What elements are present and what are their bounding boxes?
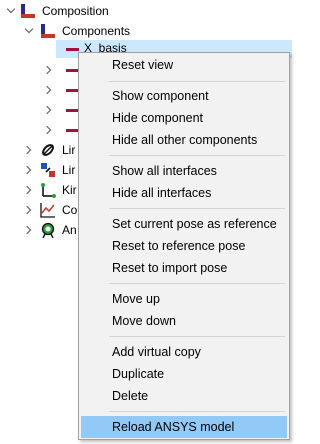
menu-item-reset-to-import-pose[interactable]: Reset to import pose <box>81 257 287 279</box>
kinematics-icon <box>40 182 56 198</box>
menu-item-hide-all-interfaces[interactable]: Hide all interfaces <box>81 182 287 204</box>
tree-item-component[interactable] <box>44 100 79 120</box>
menu-separator <box>109 155 285 156</box>
context-menu: Reset view Show component Hide component… <box>78 52 290 440</box>
tree-item-charts[interactable]: Co <box>24 200 77 220</box>
menu-separator <box>109 283 285 284</box>
menu-item-reload-ansys-model[interactable]: Reload ANSYS model <box>81 416 287 438</box>
tree-item-kinematics[interactable]: Kir <box>24 180 77 200</box>
menu-item-hide-component[interactable]: Hide component <box>81 107 287 129</box>
menu-item-duplicate[interactable]: Duplicate <box>81 363 287 385</box>
menu-separator <box>109 411 285 412</box>
tree-item-label: Components <box>62 24 131 38</box>
chevron-down-icon[interactable] <box>24 26 34 36</box>
chevron-right-icon[interactable] <box>24 205 34 215</box>
tree-item-composition[interactable]: Composition <box>6 1 109 21</box>
menu-item-move-down[interactable]: Move down <box>81 310 287 332</box>
chevron-right-icon[interactable] <box>24 145 34 155</box>
menu-separator <box>109 208 285 209</box>
chevron-right-icon[interactable] <box>44 105 54 115</box>
menu-item-hide-all-other-components[interactable]: Hide all other components <box>81 129 287 151</box>
analysis-icon <box>40 222 56 239</box>
menu-separator <box>109 81 285 82</box>
link-icon <box>40 142 56 158</box>
chart-icon <box>40 202 56 218</box>
menu-item-add-virtual-copy[interactable]: Add virtual copy <box>81 341 287 363</box>
chevron-right-icon[interactable] <box>24 165 34 175</box>
menu-item-set-current-pose-as-reference[interactable]: Set current pose as reference <box>81 213 287 235</box>
tree-item-links[interactable]: Lir <box>24 140 75 160</box>
tree-item-components[interactable]: Components <box>24 21 130 41</box>
chevron-right-icon[interactable] <box>44 85 54 95</box>
tree-item-label: Composition <box>42 4 109 18</box>
component-icon <box>66 48 79 51</box>
tree-item-links-2[interactable]: Lir <box>24 160 75 180</box>
tree-item-analysis[interactable]: An <box>24 220 77 240</box>
menu-separator <box>109 336 285 337</box>
menu-item-move-up[interactable]: Move up <box>81 288 287 310</box>
tree-item-label: An <box>62 223 77 237</box>
chevron-right-icon[interactable] <box>44 125 54 135</box>
chevron-right-icon[interactable] <box>44 65 54 75</box>
tree-item-component[interactable] <box>44 60 79 80</box>
chevron-right-icon[interactable] <box>24 225 34 235</box>
menu-item-reset-view[interactable]: Reset view <box>81 54 287 76</box>
menu-item-show-component[interactable]: Show component <box>81 85 287 107</box>
tree-item-label: Lir <box>62 163 76 177</box>
composition-icon <box>20 3 36 19</box>
tree-item-label: Kir <box>62 183 77 197</box>
components-icon <box>40 23 56 39</box>
tree-item-label: Lir <box>62 143 76 157</box>
chevron-down-icon[interactable] <box>6 6 16 16</box>
chevron-right-icon[interactable] <box>24 185 34 195</box>
tree-item-component[interactable] <box>44 120 79 140</box>
menu-item-reset-to-reference-pose[interactable]: Reset to reference pose <box>81 235 287 257</box>
menu-item-show-all-interfaces[interactable]: Show all interfaces <box>81 160 287 182</box>
menu-item-delete[interactable]: Delete <box>81 385 287 407</box>
tree-item-component[interactable] <box>44 80 79 100</box>
connector-icon <box>40 162 56 178</box>
tree-item-label: Co <box>62 203 78 217</box>
